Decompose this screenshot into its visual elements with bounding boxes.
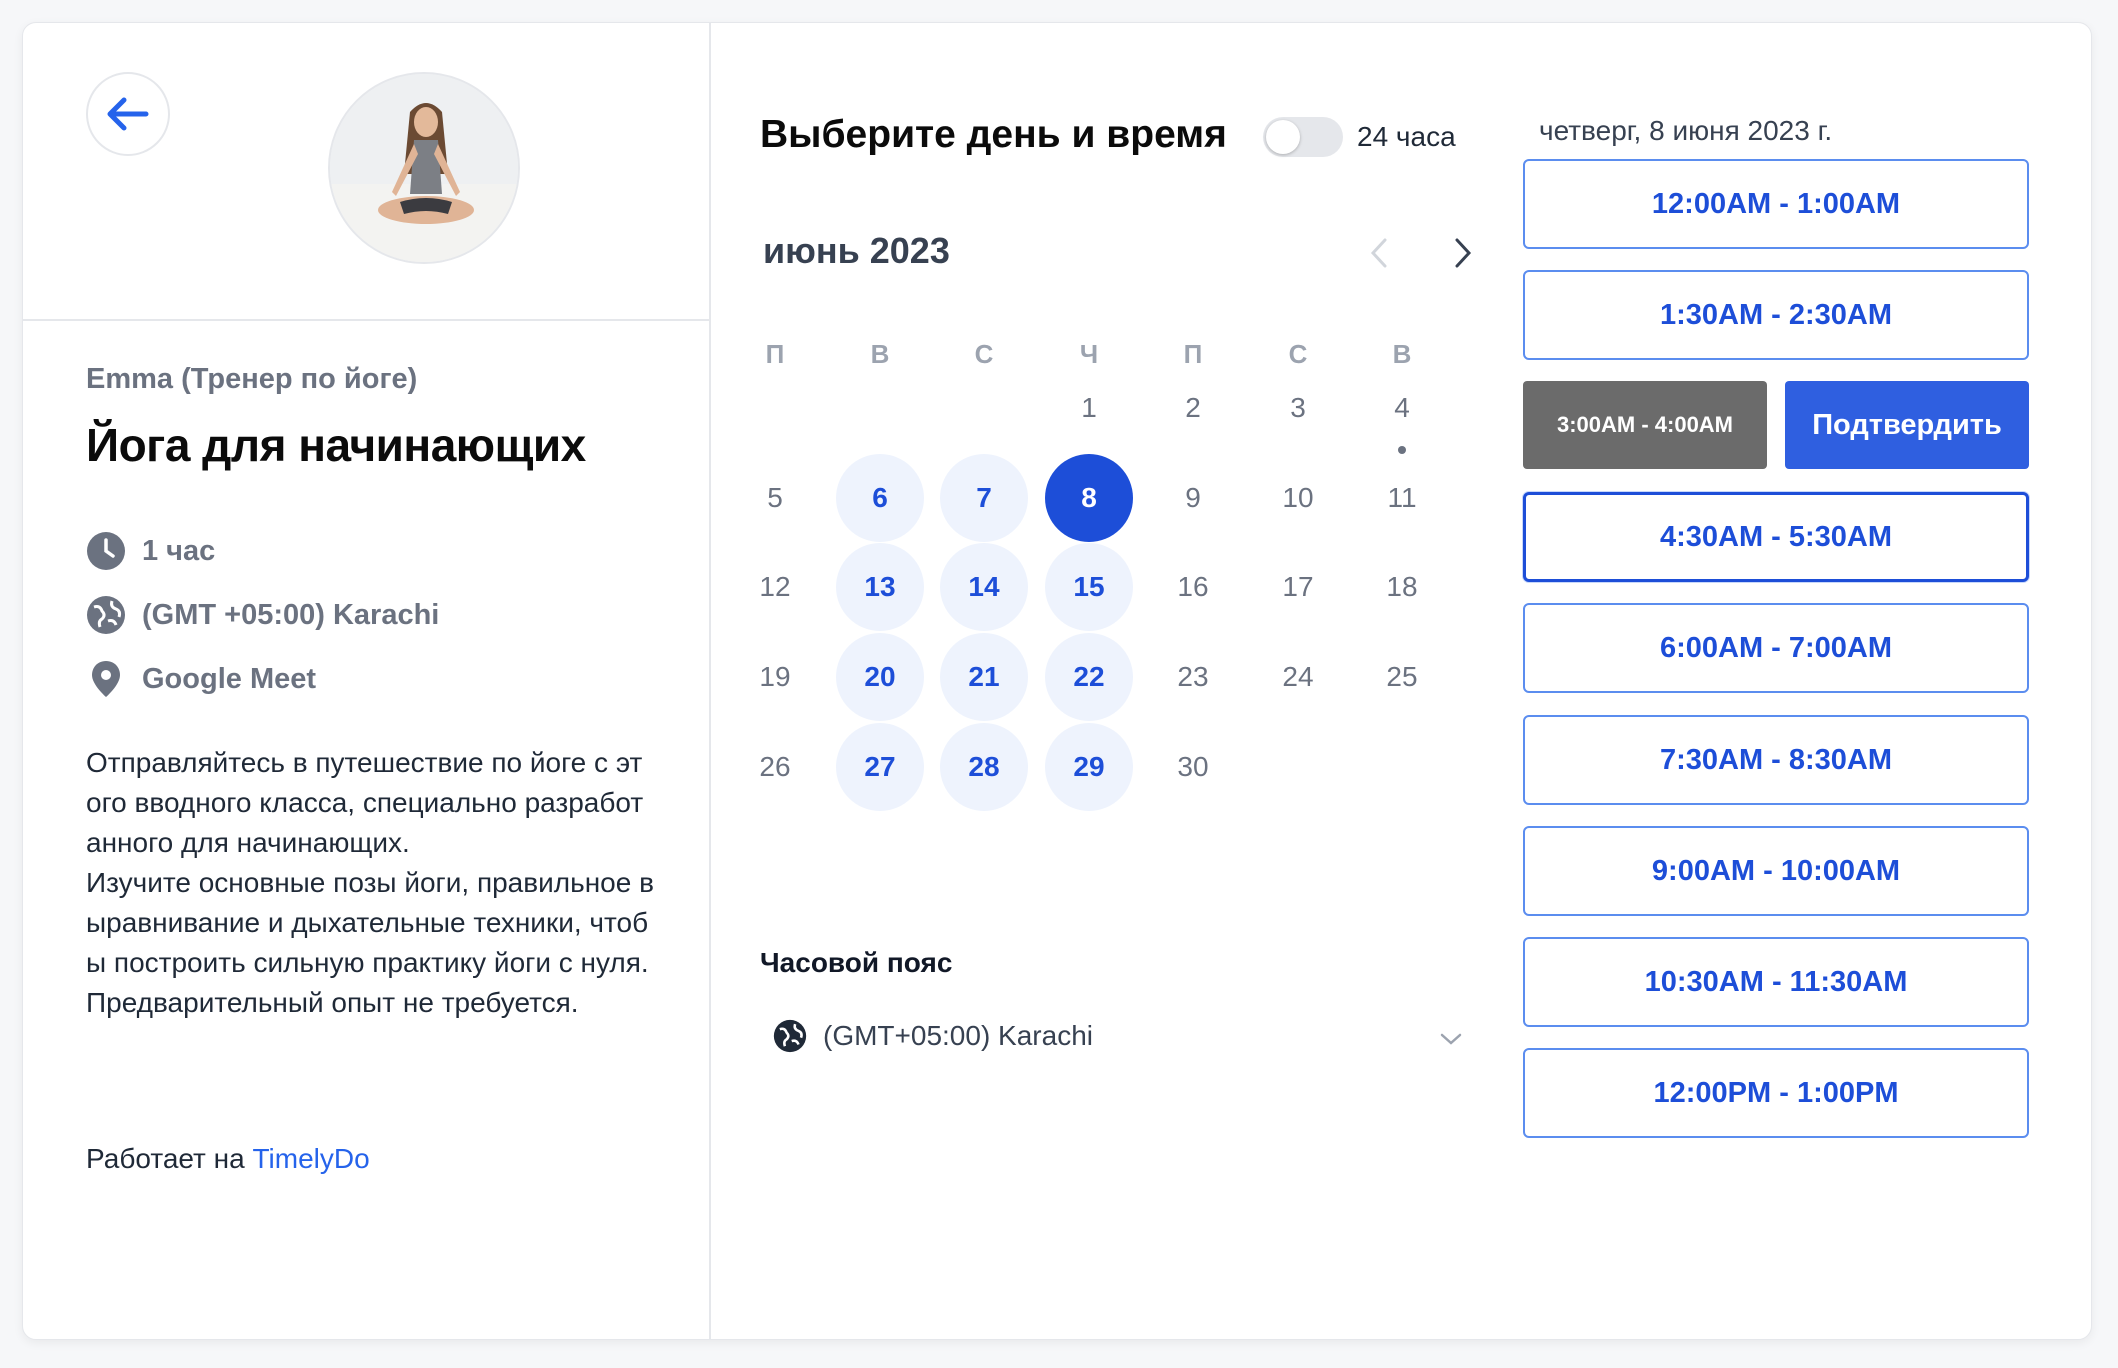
calendar-day[interactable]: 6 <box>836 454 924 542</box>
prev-month-button[interactable] <box>1359 231 1399 275</box>
timelydo-link[interactable]: TimelyDo <box>252 1143 369 1174</box>
chevron-down-icon <box>1439 1022 1463 1054</box>
trainer-name: Emma (Тренер по йоге) <box>86 363 418 395</box>
calendar-day: 10 <box>1282 482 1314 513</box>
back-button[interactable] <box>86 72 170 156</box>
calendar-day: 30 <box>1177 751 1209 782</box>
time-slot[interactable]: 12:00PM - 1:00PM <box>1523 1048 2029 1138</box>
selected-date-header: четверг, 8 июня 2023 г. <box>1539 115 1833 146</box>
confirm-button[interactable]: Подтвердить <box>1785 381 2029 469</box>
calendar-day[interactable]: 21 <box>940 633 1028 721</box>
timezone-text: (GMT +05:00) Karachi <box>142 598 440 631</box>
globe-icon <box>87 596 125 634</box>
next-month-button[interactable] <box>1443 231 1483 275</box>
map-pin-icon <box>92 661 120 697</box>
time-slot[interactable]: 6:00AM - 7:00AM <box>1523 603 2029 693</box>
time-slot[interactable]: 10:30AM - 11:30AM <box>1523 937 2029 1027</box>
calendar-day[interactable]: 7 <box>940 454 1028 542</box>
time-slot[interactable]: 12:00AM - 1:00AM <box>1523 159 2029 249</box>
chevron-right-icon <box>1455 238 1472 268</box>
time-slot[interactable]: 9:00AM - 10:00AM <box>1523 826 2029 916</box>
time-slot-selected[interactable]: 3:00AM - 4:00AM <box>1523 381 1767 469</box>
calendar-day: 4 <box>1394 392 1410 423</box>
avatar <box>328 72 520 264</box>
calendar-day[interactable]: 27 <box>836 723 924 811</box>
calendar-day: 19 <box>759 661 791 692</box>
event-title: Йога для начинающих <box>86 419 586 471</box>
calendar-day: 18 <box>1386 571 1418 602</box>
calendar-day[interactable]: 13 <box>836 543 924 631</box>
weekday-label: В <box>870 339 890 369</box>
event-description: Отправляйтесь в путешествие по йоге с эт… <box>86 747 654 1018</box>
calendar-day: 26 <box>759 751 791 782</box>
clock-icon <box>87 532 125 570</box>
month-label: июнь 2023 <box>763 230 950 271</box>
calendar-heading: Выберите день и время <box>760 113 1227 156</box>
timezone-row: (GMT +05:00) Karachi <box>86 595 439 635</box>
today-dot <box>1398 446 1406 454</box>
duration-text: 1 час <box>142 534 216 567</box>
calendar-day: 23 <box>1177 661 1209 692</box>
calendar-day: 24 <box>1282 661 1314 692</box>
calendar-day: 2 <box>1185 392 1201 423</box>
booking-card: Emma (Тренер по йоге) Йога для начинающи… <box>22 22 2092 1340</box>
weekday-label: П <box>765 339 785 369</box>
time-slot[interactable]: 4:30AM - 5:30AM <box>1523 492 2029 582</box>
calendar-day: 12 <box>759 571 791 602</box>
calendar-day: 5 <box>767 482 783 513</box>
calendar-day: 11 <box>1387 482 1417 513</box>
weekday-label: С <box>974 339 994 369</box>
calendar-day: 25 <box>1386 661 1418 692</box>
chevron-left-icon <box>1370 238 1387 268</box>
event-info-panel: Emma (Тренер по йоге) Йога для начинающи… <box>23 23 711 1339</box>
event-header <box>23 23 709 321</box>
location-text: Google Meet <box>142 662 317 695</box>
toggle-knob <box>1266 120 1300 154</box>
timezone-value: (GMT+05:00) Karachi <box>823 1020 1093 1051</box>
duration-row: 1 час <box>86 531 215 571</box>
calendar-day: 3 <box>1290 392 1306 423</box>
calendar-day[interactable]: 22 <box>1045 633 1133 721</box>
24h-toggle-label: 24 часа <box>1357 121 1456 152</box>
timezone-label: Часовой пояс <box>760 947 953 978</box>
calendar-day: 16 <box>1177 571 1209 602</box>
powered-by: Работает на TimelyDo <box>86 1143 370 1175</box>
calendar-day: 17 <box>1282 571 1314 602</box>
calendar-day[interactable]: 15 <box>1045 543 1133 631</box>
arrow-left-icon <box>107 97 149 131</box>
calendar-day: 1 <box>1081 392 1097 423</box>
calendar-day[interactable]: 14 <box>940 543 1028 631</box>
calendar-day-selected[interactable]: 8 <box>1045 454 1133 542</box>
timezone-select[interactable]: (GMT+05:00) Karachi <box>773 1008 1463 1064</box>
location-row: Google Meet <box>86 659 316 699</box>
calendar-day[interactable]: 29 <box>1045 723 1133 811</box>
calendar-day[interactable]: 20 <box>836 633 924 721</box>
powered-prefix: Работает на <box>86 1143 253 1174</box>
time-slot[interactable]: 7:30AM - 8:30AM <box>1523 715 2029 805</box>
24h-toggle[interactable] <box>1263 117 1343 157</box>
calendar-day[interactable]: 28 <box>940 723 1028 811</box>
calendar-day: 9 <box>1185 482 1201 513</box>
time-slot[interactable]: 1:30AM - 2:30AM <box>1523 270 2029 360</box>
globe-icon <box>773 1019 807 1053</box>
